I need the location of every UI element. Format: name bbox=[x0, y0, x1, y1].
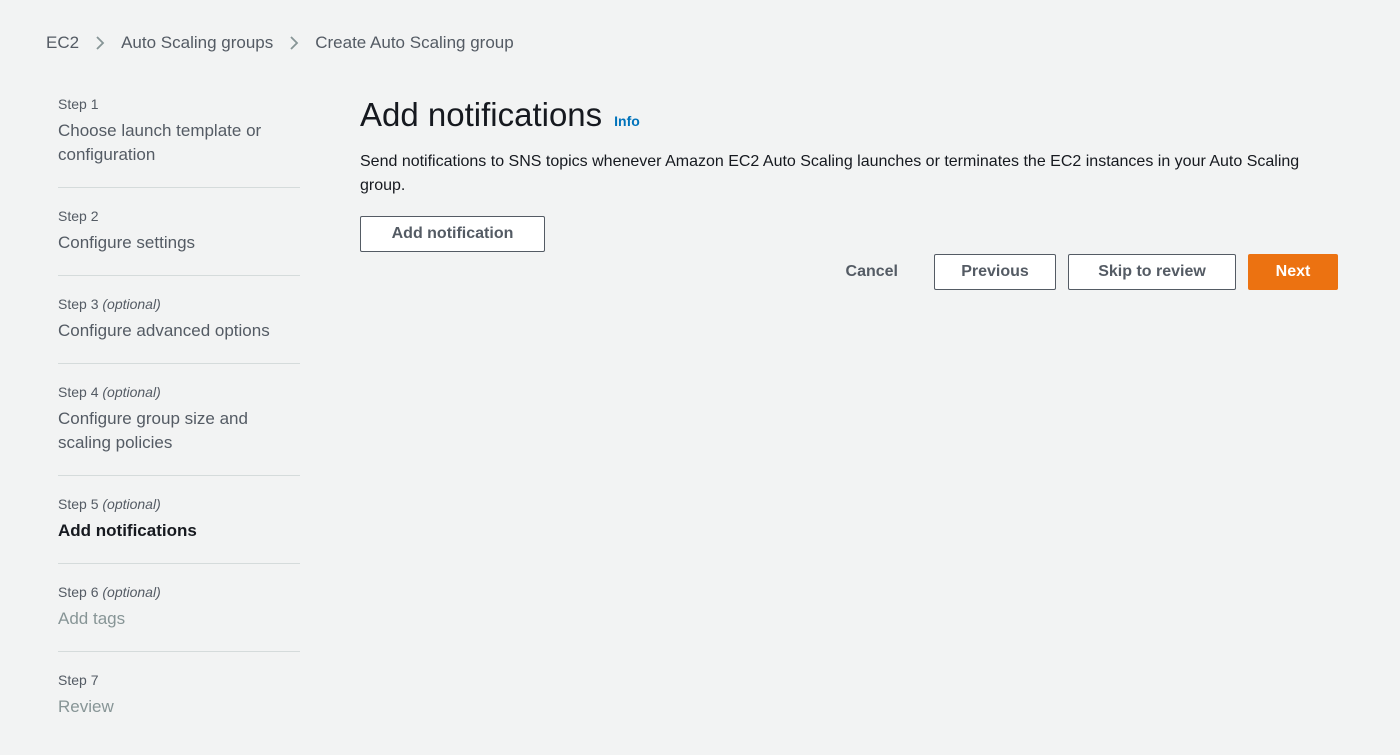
chevron-right-icon bbox=[79, 30, 121, 56]
wizard-step-6: Step 6 (optional) Add tags bbox=[58, 580, 300, 652]
step-number: Step 4 (optional) bbox=[58, 384, 161, 400]
step-number: Step 6 (optional) bbox=[58, 584, 161, 600]
step-link-choose-launch-template[interactable]: Choose launch template or configuration bbox=[58, 119, 300, 167]
cancel-button[interactable]: Cancel bbox=[828, 254, 916, 290]
step-number: Step 1 bbox=[58, 96, 99, 112]
wizard-step-5: Step 5 (optional) Add notifications bbox=[58, 492, 300, 564]
wizard-step-4: Step 4 (optional) Configure group size a… bbox=[58, 380, 300, 476]
step-link-configure-settings[interactable]: Configure settings bbox=[58, 231, 300, 255]
page-description: Send notifications to SNS topics wheneve… bbox=[360, 153, 1300, 194]
page-title: Add notifications bbox=[360, 96, 603, 133]
step-link-configure-group-size[interactable]: Configure group size and scaling policie… bbox=[58, 407, 300, 455]
breadcrumb-current: Create Auto Scaling group bbox=[315, 33, 514, 52]
page-header: Add notifications Info bbox=[360, 92, 1340, 138]
next-button[interactable]: Next bbox=[1248, 254, 1338, 290]
step-disabled-review: Review bbox=[58, 697, 114, 716]
step-disabled-add-tags: Add tags bbox=[58, 609, 126, 628]
wizard-actions: Cancel Previous Skip to review Next bbox=[828, 254, 1338, 290]
wizard-step-2: Step 2 Configure settings bbox=[58, 204, 300, 276]
optional-label: (optional) bbox=[102, 384, 161, 400]
step-number: Step 7 bbox=[58, 672, 99, 688]
wizard-steps-nav: Step 1 Choose launch template or configu… bbox=[58, 92, 300, 755]
optional-label: (optional) bbox=[102, 584, 161, 600]
breadcrumb: EC2 Auto Scaling groups Create Auto Scal… bbox=[46, 30, 514, 56]
wizard-step-3: Step 3 (optional) Configure advanced opt… bbox=[58, 292, 300, 364]
wizard-step-7: Step 7 Review bbox=[58, 668, 300, 739]
optional-label: (optional) bbox=[102, 496, 161, 512]
step-number: Step 5 (optional) bbox=[58, 496, 161, 512]
skip-to-review-button[interactable]: Skip to review bbox=[1068, 254, 1236, 290]
step-link-configure-advanced-options[interactable]: Configure advanced options bbox=[58, 319, 300, 343]
add-notification-button[interactable]: Add notification bbox=[360, 216, 545, 252]
optional-label: (optional) bbox=[102, 296, 161, 312]
chevron-right-icon bbox=[273, 30, 315, 56]
main-content: Add notifications Info Send notification… bbox=[360, 92, 1340, 252]
wizard-step-1: Step 1 Choose launch template or configu… bbox=[58, 92, 300, 188]
step-current-add-notifications: Add notifications bbox=[58, 521, 197, 540]
previous-button[interactable]: Previous bbox=[934, 254, 1056, 290]
info-link[interactable]: Info bbox=[614, 113, 640, 129]
step-number: Step 3 (optional) bbox=[58, 296, 161, 312]
breadcrumb-ec2[interactable]: EC2 bbox=[46, 33, 79, 53]
breadcrumb-auto-scaling-groups[interactable]: Auto Scaling groups bbox=[121, 33, 273, 53]
step-number: Step 2 bbox=[58, 208, 99, 224]
